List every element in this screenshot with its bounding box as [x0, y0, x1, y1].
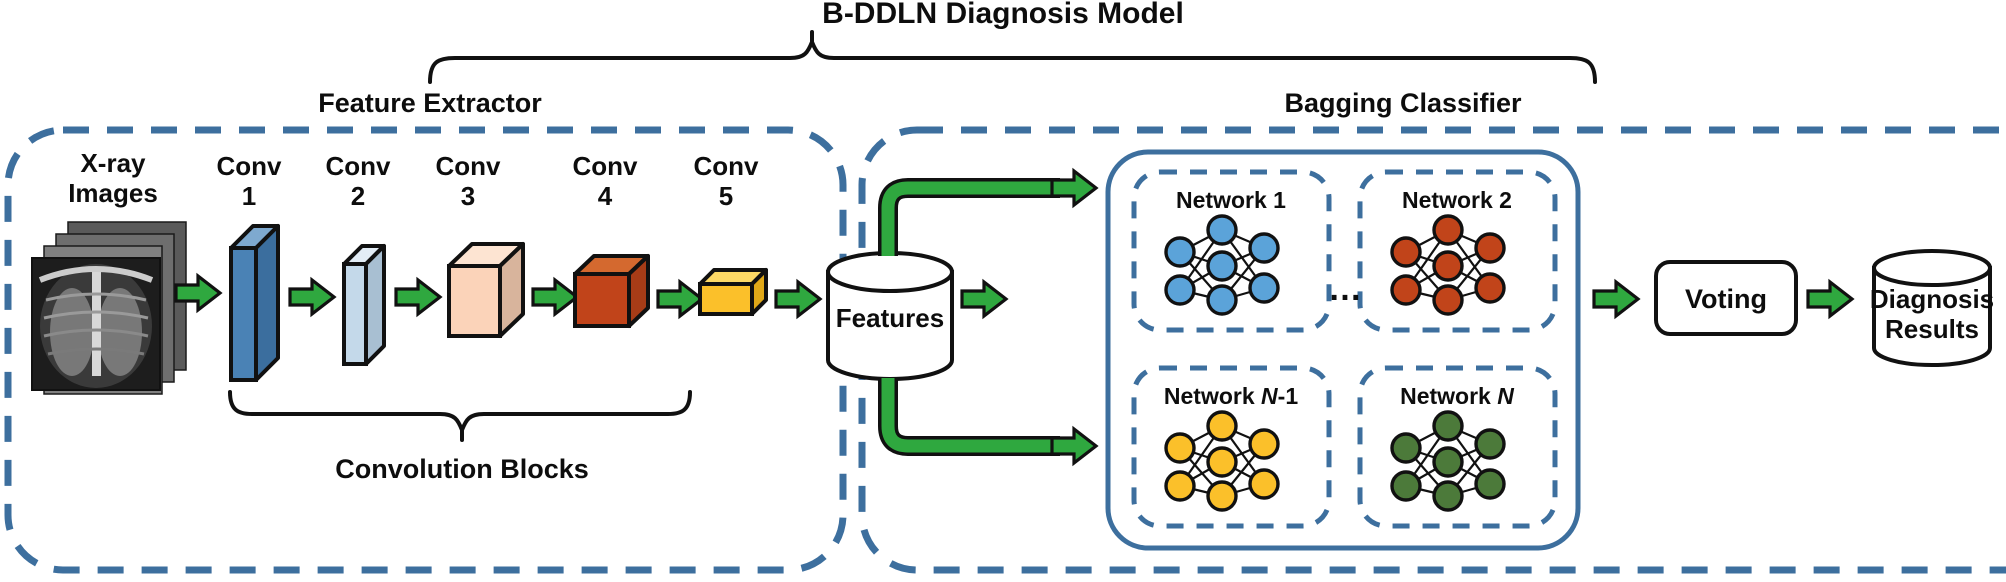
bddln-architecture-diagram: B-DDLN Diagnosis Model Feature Extractor… — [4, 0, 2006, 574]
neural-network-icon — [1390, 214, 1506, 316]
arrow-voting-to-results — [1806, 280, 1854, 318]
arrow-conv4-to-conv5 — [656, 280, 704, 318]
conv5-label-line2: 5 — [719, 181, 733, 211]
conv2-block — [342, 244, 386, 366]
diagram-canvas: B-DDLN Diagnosis Model Feature Extractor… — [0, 0, 2006, 582]
arrow-ensemble-to-voting — [1592, 280, 1640, 318]
diagnosis-results-label-line2: Results — [1885, 314, 1979, 344]
page-title: B-DDLN Diagnosis Model — [822, 0, 1184, 30]
arrow-conv3-to-conv4 — [531, 278, 579, 316]
network-2-label: Network 2 — [1402, 187, 1512, 213]
feature-extractor-label: Feature Extractor — [318, 88, 542, 118]
network-n-label: Network N — [1400, 383, 1514, 409]
brace-bottom — [228, 390, 692, 442]
network-n-card[interactable]: Network N — [1357, 365, 1558, 529]
features-label: Features — [836, 303, 944, 333]
feature-branch-down-pipe — [878, 378, 1060, 456]
feature-branch-up-pipe — [878, 178, 1060, 256]
xray-image-stack-icon — [31, 221, 187, 395]
bagging-classifier-label: Bagging Classifier — [1284, 88, 1522, 118]
conv5-block — [698, 268, 768, 316]
convolution-blocks-label: Convolution Blocks — [335, 454, 589, 484]
conv3-block — [447, 242, 525, 338]
arrow-conv5-to-features — [774, 280, 822, 318]
network-1-card[interactable]: Network 1 — [1131, 169, 1332, 333]
conv3-label-line2: 3 — [461, 181, 475, 211]
conv4-label-line2: 4 — [598, 181, 613, 211]
diagnosis-results-label-line1: Diagnosis — [1870, 284, 1994, 314]
xray-images-label-line1: X-ray — [80, 148, 146, 178]
arrow-conv2-to-conv3 — [394, 278, 442, 316]
feature-branch-straight-arrow — [960, 280, 1008, 318]
voting-label: Voting — [1685, 284, 1767, 314]
neural-network-icon — [1390, 410, 1506, 512]
network-1-label: Network 1 — [1176, 187, 1286, 213]
network-2-card[interactable]: Network 2 — [1357, 169, 1558, 333]
arrow-features-to-network-bottom — [1050, 427, 1098, 465]
ellipsis-between-networks: … — [1328, 270, 1362, 308]
conv1-label-line2: 1 — [242, 181, 256, 211]
xray-images-label-line2: Images — [68, 178, 158, 208]
conv2-label-line2: 2 — [351, 181, 365, 211]
conv4-label-line1: Conv — [573, 151, 639, 181]
brace-top — [428, 30, 1597, 84]
arrow-features-to-network-top — [1050, 169, 1098, 207]
neural-network-icon — [1164, 214, 1280, 316]
arrow-conv1-to-conv2 — [288, 278, 336, 316]
conv5-label-line1: Conv — [694, 151, 760, 181]
network-n-minus-1-card[interactable]: Network N-1 — [1131, 365, 1332, 529]
conv3-label-line1: Conv — [436, 151, 502, 181]
conv1-label-line1: Conv — [217, 151, 283, 181]
network-n-minus-1-label: Network N-1 — [1164, 383, 1298, 409]
conv2-label-line1: Conv — [326, 151, 392, 181]
neural-network-icon — [1164, 410, 1280, 512]
conv1-block — [229, 224, 280, 382]
conv4-block — [573, 254, 650, 328]
